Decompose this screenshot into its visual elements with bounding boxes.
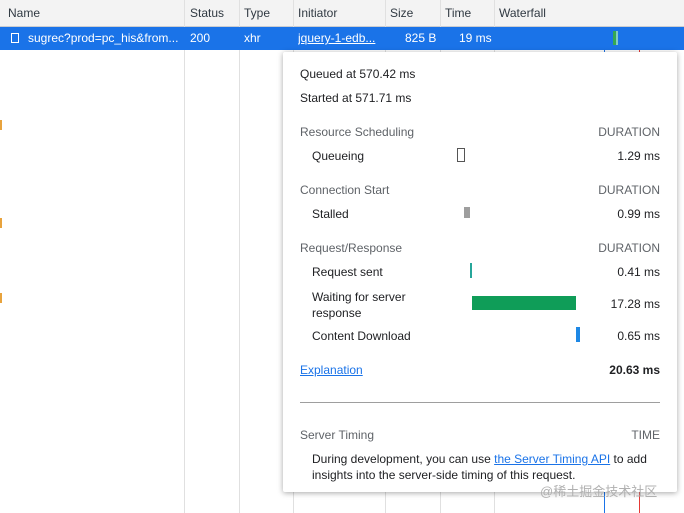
column-header-initiator[interactable]: Initiator (298, 6, 337, 20)
divider (300, 402, 660, 403)
column-header-size[interactable]: Size (390, 6, 413, 20)
timing-label-request-sent: Request sent (312, 265, 383, 279)
waterfall-bar-download[interactable] (616, 31, 618, 45)
table-row-selected[interactable]: sugrec?prod=pc_his&from... 200 xhr jquer… (0, 27, 684, 50)
timing-label-queueing: Queueing (312, 149, 365, 163)
content-download-bar (576, 327, 580, 342)
column-header-name[interactable]: Name (8, 6, 40, 20)
request-initiator-link[interactable]: jquery-1-edb... (298, 31, 382, 45)
row-marker (0, 293, 2, 303)
server-timing-description: During development, you can use the Serv… (312, 451, 662, 483)
column-divider[interactable] (184, 0, 185, 513)
server-timing-api-link[interactable]: the Server Timing API (494, 452, 610, 466)
duration-label: DURATION (598, 183, 660, 197)
timing-value-queueing: 1.29 ms (617, 149, 660, 163)
request-type: xhr (244, 31, 261, 45)
timing-value-waiting: 17.28 ms (610, 297, 660, 311)
column-divider[interactable] (239, 0, 240, 513)
request-sent-bar (470, 263, 472, 278)
stalled-bar (464, 207, 470, 218)
server-timing-title: Server Timing (300, 428, 375, 442)
row-marker (0, 120, 2, 130)
duration-label: DURATION (598, 125, 660, 139)
server-timing-text: During development, you can use (312, 452, 495, 466)
column-header-waterfall[interactable]: Waterfall (499, 6, 546, 20)
explanation-link[interactable]: Explanation (300, 363, 363, 377)
queued-at: Queued at 570.42 ms (300, 67, 416, 81)
row-marker (0, 218, 2, 228)
duration-label: DURATION (598, 241, 660, 255)
request-size: 825 B (405, 31, 437, 45)
network-table-header (0, 0, 684, 27)
column-header-time[interactable]: Time (445, 6, 471, 20)
request-status: 200 (190, 31, 211, 45)
time-label: TIME (631, 428, 660, 442)
column-header-status[interactable]: Status (190, 6, 224, 20)
section-title: Resource Scheduling (300, 125, 415, 139)
timing-label-content-download: Content Download (312, 329, 411, 343)
total-duration: 20.63 ms (609, 363, 660, 377)
timing-popover: Queued at 570.42 ms Started at 571.71 ms… (283, 52, 677, 492)
queueing-bar (457, 148, 465, 162)
request-name[interactable]: sugrec?prod=pc_his&from... (28, 31, 180, 45)
request-type-icon (11, 33, 19, 43)
timing-value-stalled: 0.99 ms (617, 207, 660, 221)
waiting-bar (472, 296, 576, 310)
watermark: @稀土掘金技术社区 (540, 484, 658, 499)
section-title: Request/Response (300, 241, 403, 255)
timing-value-content-download: 0.65 ms (617, 329, 660, 343)
timing-label-waiting: Waiting for server response (312, 290, 406, 320)
started-at: Started at 571.71 ms (300, 91, 412, 105)
request-time: 19 ms (459, 31, 492, 45)
column-header-type[interactable]: Type (244, 6, 270, 20)
timing-value-request-sent: 0.41 ms (617, 265, 660, 279)
network-panel: Name Status Type Initiator Size Time Wat… (0, 0, 684, 513)
section-title: Connection Start (300, 183, 390, 197)
timing-label-stalled: Stalled (312, 207, 349, 221)
